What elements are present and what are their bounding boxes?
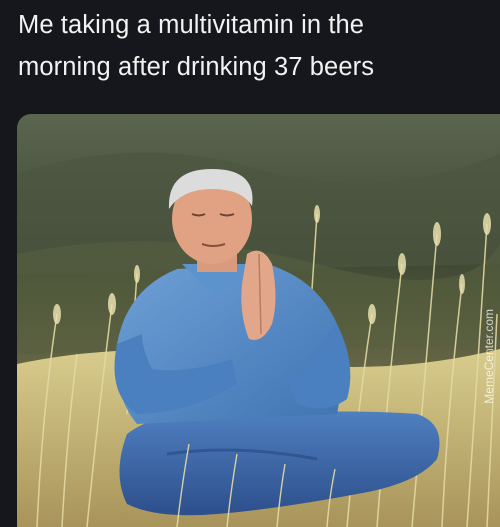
meme-caption: Me taking a multivitamin in the morning … bbox=[18, 4, 488, 88]
meme-photo: MemeCenter.com bbox=[17, 114, 500, 527]
meditating-man-illustration bbox=[17, 114, 500, 527]
watermark: MemeCenter.com bbox=[482, 309, 496, 404]
caption-line-2: morning after drinking 37 beers bbox=[18, 53, 375, 81]
caption-line-1: Me taking a multivitamin in the bbox=[18, 11, 365, 39]
